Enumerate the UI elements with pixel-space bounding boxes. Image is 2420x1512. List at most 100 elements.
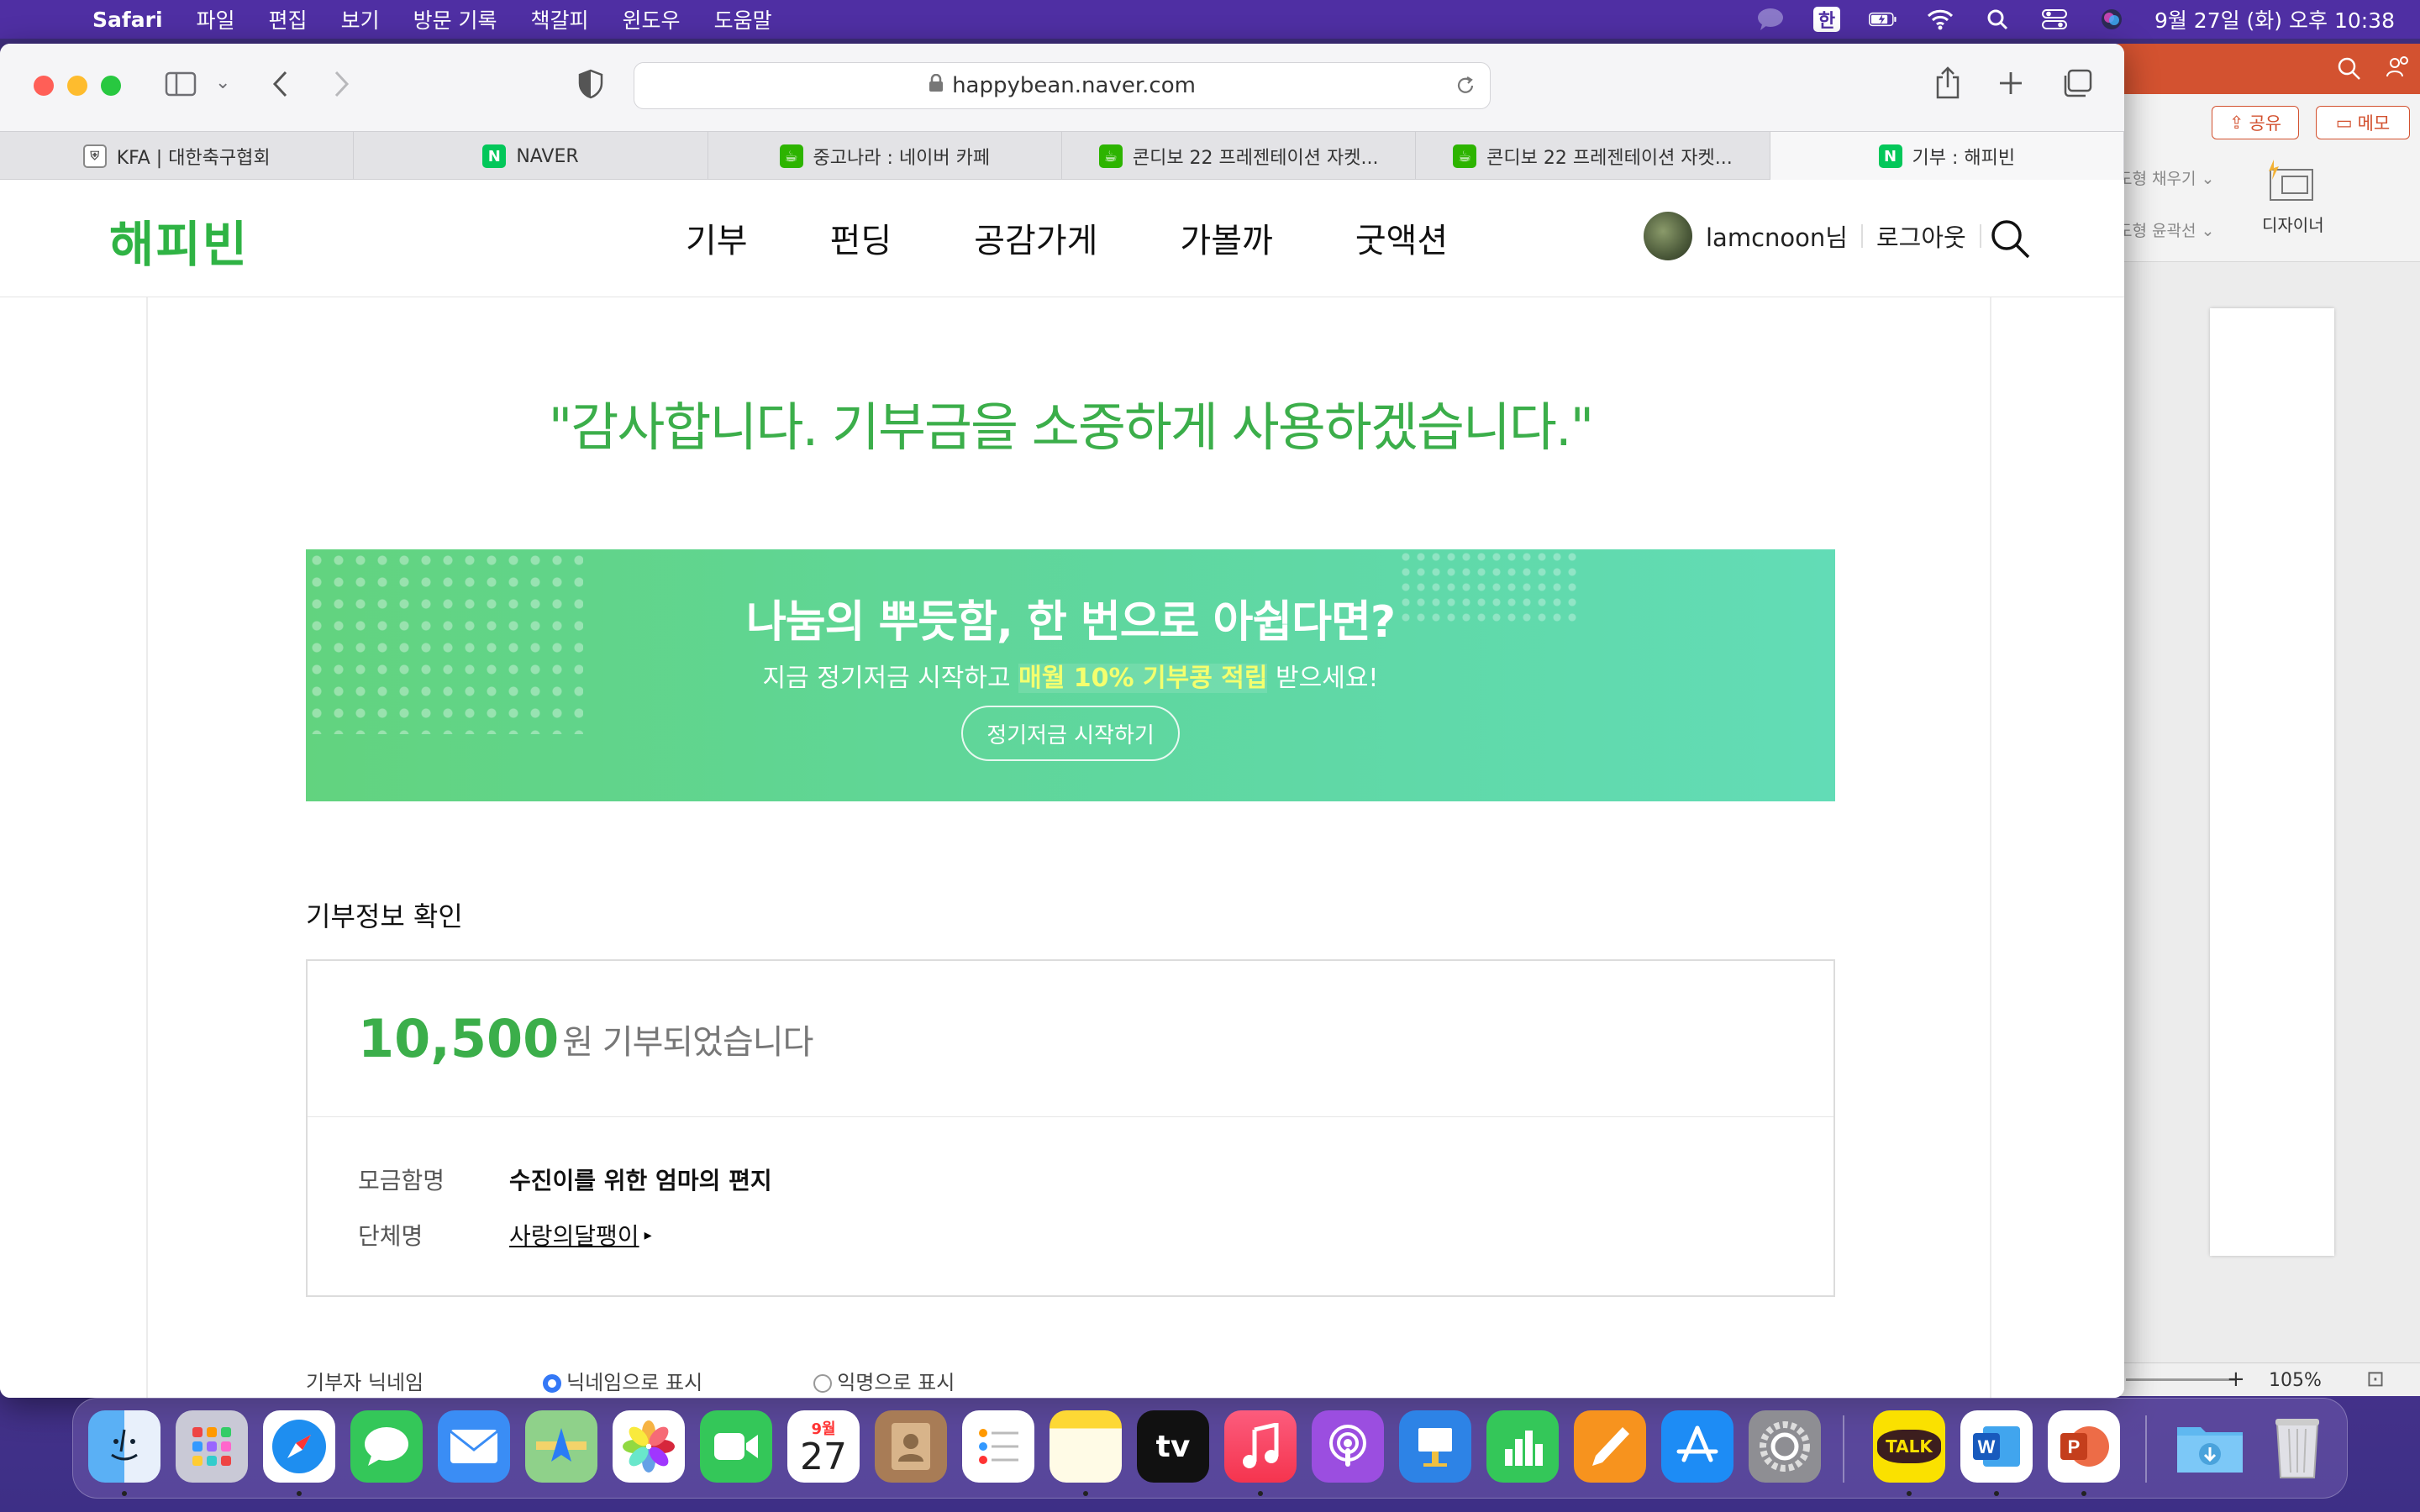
tab-kfa[interactable]: ⛨ KFA | 대한축구협회 [0,132,355,181]
nav-donate[interactable]: 기부 [686,213,748,262]
banner-highlight: 매월 10% 기부콩 적립 [1018,664,1268,693]
minimize-window-button[interactable] [67,76,87,96]
menu-help[interactable]: 도움말 [714,4,772,34]
share-button[interactable]: ⇪ 공유 [2212,106,2299,139]
search-icon[interactable] [1988,217,2032,260]
tab-naver[interactable]: N NAVER [354,132,708,181]
menu-view[interactable]: 보기 [341,4,380,34]
zoom-slider[interactable] [2126,1378,2235,1381]
siri-icon[interactable] [2097,8,2126,30]
control-center-icon[interactable] [2040,8,2069,30]
mail-icon[interactable] [438,1410,510,1483]
calendar-icon[interactable]: 9월 27 [787,1410,860,1483]
privacy-shield-icon[interactable] [578,69,603,99]
address-bar[interactable]: happybean.naver.com [634,62,1491,109]
cafe-icon: ☕ [1098,144,1123,168]
podcasts-icon[interactable] [1312,1410,1384,1483]
spotlight-search-icon[interactable] [1983,8,2012,30]
forward-button[interactable] [331,69,351,99]
main-nav: 기부 펀딩 공감가게 가볼까 굿액션 [686,213,1530,262]
memo-button[interactable]: ▭ 메모 [2316,106,2410,139]
kfa-icon: ⛨ [82,144,107,168]
menu-file[interactable]: 파일 [197,4,235,34]
shape-fill-button[interactable]: 도형 채우기 ⌄ [2118,166,2214,189]
reminders-icon[interactable] [962,1410,1034,1483]
search-icon[interactable] [2336,55,2361,84]
messages-status-icon[interactable] [1756,8,1785,30]
powerpoint-icon[interactable]: P [2048,1410,2120,1483]
messages-icon[interactable] [350,1410,423,1483]
facetime-icon[interactable] [700,1410,772,1483]
keynote-icon[interactable] [1399,1410,1471,1483]
music-icon[interactable] [1224,1410,1297,1483]
org-name-link[interactable]: 사랑의달팽이 [509,1218,639,1252]
dock-divider [1843,1415,1844,1483]
back-button[interactable] [271,69,291,99]
fit-to-window-icon[interactable]: ⊡ [2366,1367,2385,1392]
tab-joonggonara[interactable]: ☕ 중고나라 : 네이버 카페 [708,132,1062,181]
tab-condivo-1[interactable]: ☕ 콘디보 22 프레젠테이션 자켓... [1062,132,1417,181]
share-icon[interactable] [1934,66,1961,101]
nav-store[interactable]: 공감가게 [974,213,1097,262]
word-icon[interactable]: W [1960,1410,2033,1483]
start-saving-button[interactable]: 정기저금 시작하기 [961,706,1180,761]
username[interactable]: lamcnoon님 [1706,218,1848,254]
close-window-button[interactable] [34,76,54,96]
regular-saving-banner[interactable]: 나눔의 뿌듯함, 한 번으로 아쉽다면? 지금 정기저금 시작하고 매월 10%… [306,549,1835,801]
menu-window[interactable]: 윈도우 [623,4,681,34]
menubar-clock[interactable]: 9월 27일 (화) 오후 10:38 [2154,4,2395,34]
menu-edit[interactable]: 편집 [269,4,308,34]
menu-bookmarks[interactable]: 책갈피 [531,4,589,34]
nav-gabolkka[interactable]: 가볼까 [1180,213,1272,262]
nickname-option-nickname[interactable]: 닉네임으로 표시 [543,1366,702,1395]
running-indicator [1258,1491,1263,1496]
photos-icon[interactable] [613,1410,685,1483]
finder-icon[interactable] [88,1410,160,1483]
contacts-icon[interactable] [875,1410,947,1483]
downloads-folder-icon[interactable] [2174,1410,2246,1483]
tab-overview-icon[interactable] [2062,69,2092,97]
radio-selected[interactable] [543,1374,561,1393]
wifi-icon[interactable] [1926,8,1954,30]
thank-you-message: "감사합니다. 기부금을 소중하게 사용하겠습니다." [548,396,1594,458]
new-tab-button[interactable] [1998,71,2023,96]
sidebar-toggle-icon[interactable] [165,71,198,97]
safari-icon[interactable] [263,1410,335,1483]
launchpad-icon[interactable] [176,1410,248,1483]
menu-history[interactable]: 방문 기록 [413,4,497,34]
designer-icon[interactable] [2264,158,2317,208]
trash-icon[interactable] [2261,1410,2333,1483]
powerpoint-titlebar [2118,44,2420,94]
shape-outline-button[interactable]: 도형 윤곽선 ⌄ [2118,218,2214,241]
app-store-icon[interactable] [1661,1410,1733,1483]
nav-funding[interactable]: 펀딩 [830,213,892,262]
maps-icon[interactable] [525,1410,597,1483]
notes-icon[interactable] [1050,1410,1122,1483]
naver-icon: N [1878,144,1902,168]
apple-tv-icon[interactable]: tv [1137,1410,1209,1483]
input-method-indicator[interactable]: 한 [1812,7,1840,32]
pages-icon[interactable] [1574,1410,1646,1483]
tab-condivo-2[interactable]: ☕ 콘디보 22 프레젠테이션 자켓... [1416,132,1770,181]
battery-icon[interactable] [1868,8,1897,30]
zoom-in-button[interactable]: + [2227,1367,2245,1392]
site-header: 해피빈 기부 펀딩 공감가게 가볼까 굿액션 lamcnoon님 로그아웃 [0,180,2124,297]
slide-canvas[interactable] [2210,308,2334,1256]
system-preferences-icon[interactable] [1749,1410,1821,1483]
nav-goodaction[interactable]: 굿액션 [1355,213,1448,262]
reload-icon[interactable] [1455,75,1476,102]
menu-bar: Safari 파일 편집 보기 방문 기록 책갈피 윈도우 도움말 한 9월 2… [0,0,2420,39]
svg-text:P: P [2068,1436,2081,1457]
chevron-down-icon[interactable]: ⌄ [215,72,230,93]
nickname-option-anonymous[interactable]: 익명으로 표시 [813,1366,955,1395]
share-people-icon[interactable] [2385,54,2412,84]
logout-link[interactable]: 로그아웃 [1876,218,1966,254]
radio-unselected[interactable] [813,1374,833,1393]
kakaotalk-icon[interactable]: TALK [1873,1410,1945,1483]
numbers-icon[interactable] [1486,1410,1559,1483]
zoom-window-button[interactable] [101,76,121,96]
happybean-logo[interactable]: 해피빈 [109,205,249,276]
app-menu[interactable]: Safari [92,8,163,32]
tab-happybean[interactable]: N 기부 : 해피빈 [1770,132,2124,181]
avatar[interactable] [1644,212,1692,260]
